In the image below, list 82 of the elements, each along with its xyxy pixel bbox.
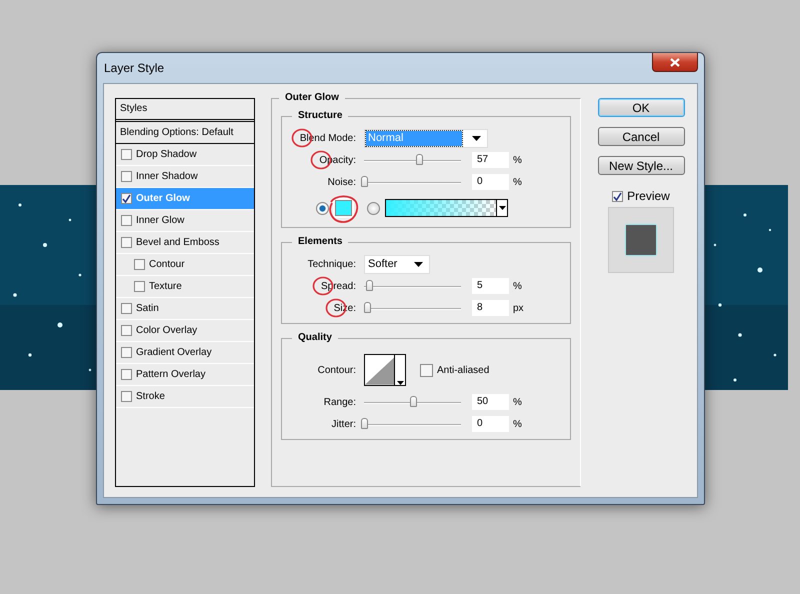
style-label: Satin — [136, 303, 159, 314]
style-label: Pattern Overlay — [136, 369, 206, 380]
dialog-button[interactable]: OK — [598, 98, 684, 117]
style-item[interactable]: Pattern Overlay — [116, 364, 254, 386]
styles-header[interactable]: Styles — [116, 99, 254, 122]
checkbox[interactable] — [134, 281, 145, 292]
checkbox[interactable] — [121, 391, 132, 402]
field-label: Noise: — [328, 176, 356, 188]
input-field[interactable]: 8 — [472, 300, 509, 316]
dialog-button[interactable]: New Style... — [598, 156, 684, 175]
dropdown[interactable]: Softer — [364, 254, 430, 274]
checkbox[interactable] — [121, 237, 132, 248]
checkbox[interactable] — [134, 259, 145, 270]
unit-label: % — [513, 154, 522, 166]
slider-thumb[interactable] — [410, 396, 416, 406]
checkbox[interactable] — [121, 215, 132, 226]
style-item[interactable]: Satin — [116, 298, 254, 320]
checkbox[interactable] — [121, 193, 132, 204]
field-label: Jitter: — [332, 418, 356, 430]
caret-icon — [396, 381, 404, 385]
style-label: Inner Shadow — [136, 171, 198, 182]
style-label: Inner Glow — [136, 215, 184, 226]
unit-label: % — [513, 418, 522, 430]
checkbox-label: Anti-aliased — [437, 364, 490, 376]
color-swatch[interactable] — [335, 200, 352, 216]
gradient-picker[interactable] — [385, 199, 508, 217]
style-item[interactable]: Gradient Overlay — [116, 342, 254, 364]
checkbox-label: Preview — [627, 189, 670, 203]
caret-icon — [498, 206, 506, 210]
style-item[interactable]: Color Overlay — [116, 320, 254, 342]
checkbox[interactable] — [121, 149, 132, 160]
close-icon — [670, 58, 680, 66]
slider-thumb[interactable] — [361, 418, 368, 428]
input-field[interactable]: 0 — [472, 174, 509, 190]
style-item[interactable]: Inner Glow — [116, 210, 254, 232]
radio-button[interactable] — [367, 202, 380, 214]
input-field[interactable]: 0 — [472, 416, 509, 432]
style-item[interactable]: Contour — [116, 254, 254, 276]
preview-thumbnail — [608, 207, 674, 273]
slider-thumb[interactable] — [416, 154, 424, 164]
input-field[interactable]: 57 — [472, 152, 509, 168]
slider-thumb[interactable] — [361, 176, 368, 186]
style-label: Contour — [149, 259, 185, 270]
dialog-button[interactable]: Cancel — [598, 127, 684, 146]
checkbox[interactable] — [121, 347, 132, 358]
unit-label: % — [513, 396, 522, 408]
checkbox[interactable] — [420, 364, 433, 376]
style-item[interactable]: Stroke — [116, 386, 254, 408]
section-title: Quality — [292, 332, 338, 344]
checkbox[interactable] — [121, 369, 132, 380]
checkbox[interactable] — [121, 303, 132, 314]
style-label: Texture — [149, 281, 182, 292]
caret-icon — [414, 262, 423, 266]
style-label: Color Overlay — [136, 325, 198, 336]
contour-curve-icon — [365, 357, 394, 385]
slider-thumb[interactable] — [364, 302, 371, 312]
style-item[interactable]: Bevel and Emboss — [116, 232, 254, 254]
radio-button[interactable] — [316, 202, 329, 214]
style-label: Outer Glow — [136, 193, 190, 204]
unit-label: px — [513, 302, 524, 314]
contour-picker[interactable] — [364, 354, 406, 386]
style-label: Gradient Overlay — [136, 347, 212, 358]
slider-thumb[interactable] — [366, 280, 373, 290]
style-label: Drop Shadow — [136, 149, 197, 160]
field-label: Technique: — [308, 258, 356, 270]
style-label: Stroke — [136, 391, 165, 402]
checkbox[interactable] — [121, 171, 132, 182]
blending-options-item[interactable]: Blending Options: Default — [116, 122, 254, 144]
field-label: Range: — [324, 396, 356, 408]
checkbox[interactable] — [612, 190, 624, 202]
style-item[interactable]: Texture — [116, 276, 254, 298]
input-field[interactable]: 50 — [472, 394, 509, 410]
caret-icon — [472, 136, 481, 140]
unit-label: % — [513, 176, 522, 188]
close-button[interactable] — [652, 53, 698, 72]
input-field[interactable]: 5 — [472, 278, 509, 294]
window-title: Layer Style — [103, 61, 164, 75]
checkbox[interactable] — [121, 325, 132, 336]
style-item[interactable]: Drop Shadow — [116, 144, 254, 166]
style-label: Bevel and Emboss — [136, 237, 220, 248]
field-label: Contour: — [318, 364, 356, 376]
unit-label: % — [513, 280, 522, 292]
